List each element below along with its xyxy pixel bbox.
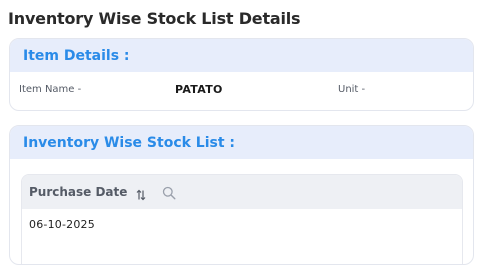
sort-arrows-icon[interactable] — [136, 186, 146, 201]
unit-label: Unit - — [338, 84, 366, 95]
item-details-card: Item Details : Item Name - PATATO Unit - — [9, 38, 474, 111]
table-header-row: Purchase Date — [22, 175, 462, 209]
column-header-purchase-date[interactable]: Purchase Date — [29, 185, 127, 199]
stock-list-header: Inventory Wise Stock List : — [10, 126, 473, 159]
item-details-header: Item Details : — [10, 39, 473, 72]
item-name-label: Item Name - — [19, 84, 82, 95]
item-details-row: Item Name - PATATO Unit - — [10, 72, 473, 110]
stock-table: Purchase Date 06-10-2025 — [21, 174, 463, 264]
item-name-value: PATATO — [175, 83, 223, 96]
search-icon[interactable] — [162, 185, 176, 200]
page-title: Inventory Wise Stock List Details — [8, 9, 301, 28]
stock-list-card: Inventory Wise Stock List : Purchase Dat… — [9, 125, 474, 265]
table-row: 06-10-2025 — [22, 209, 462, 239]
cell-purchase-date: 06-10-2025 — [29, 217, 95, 231]
